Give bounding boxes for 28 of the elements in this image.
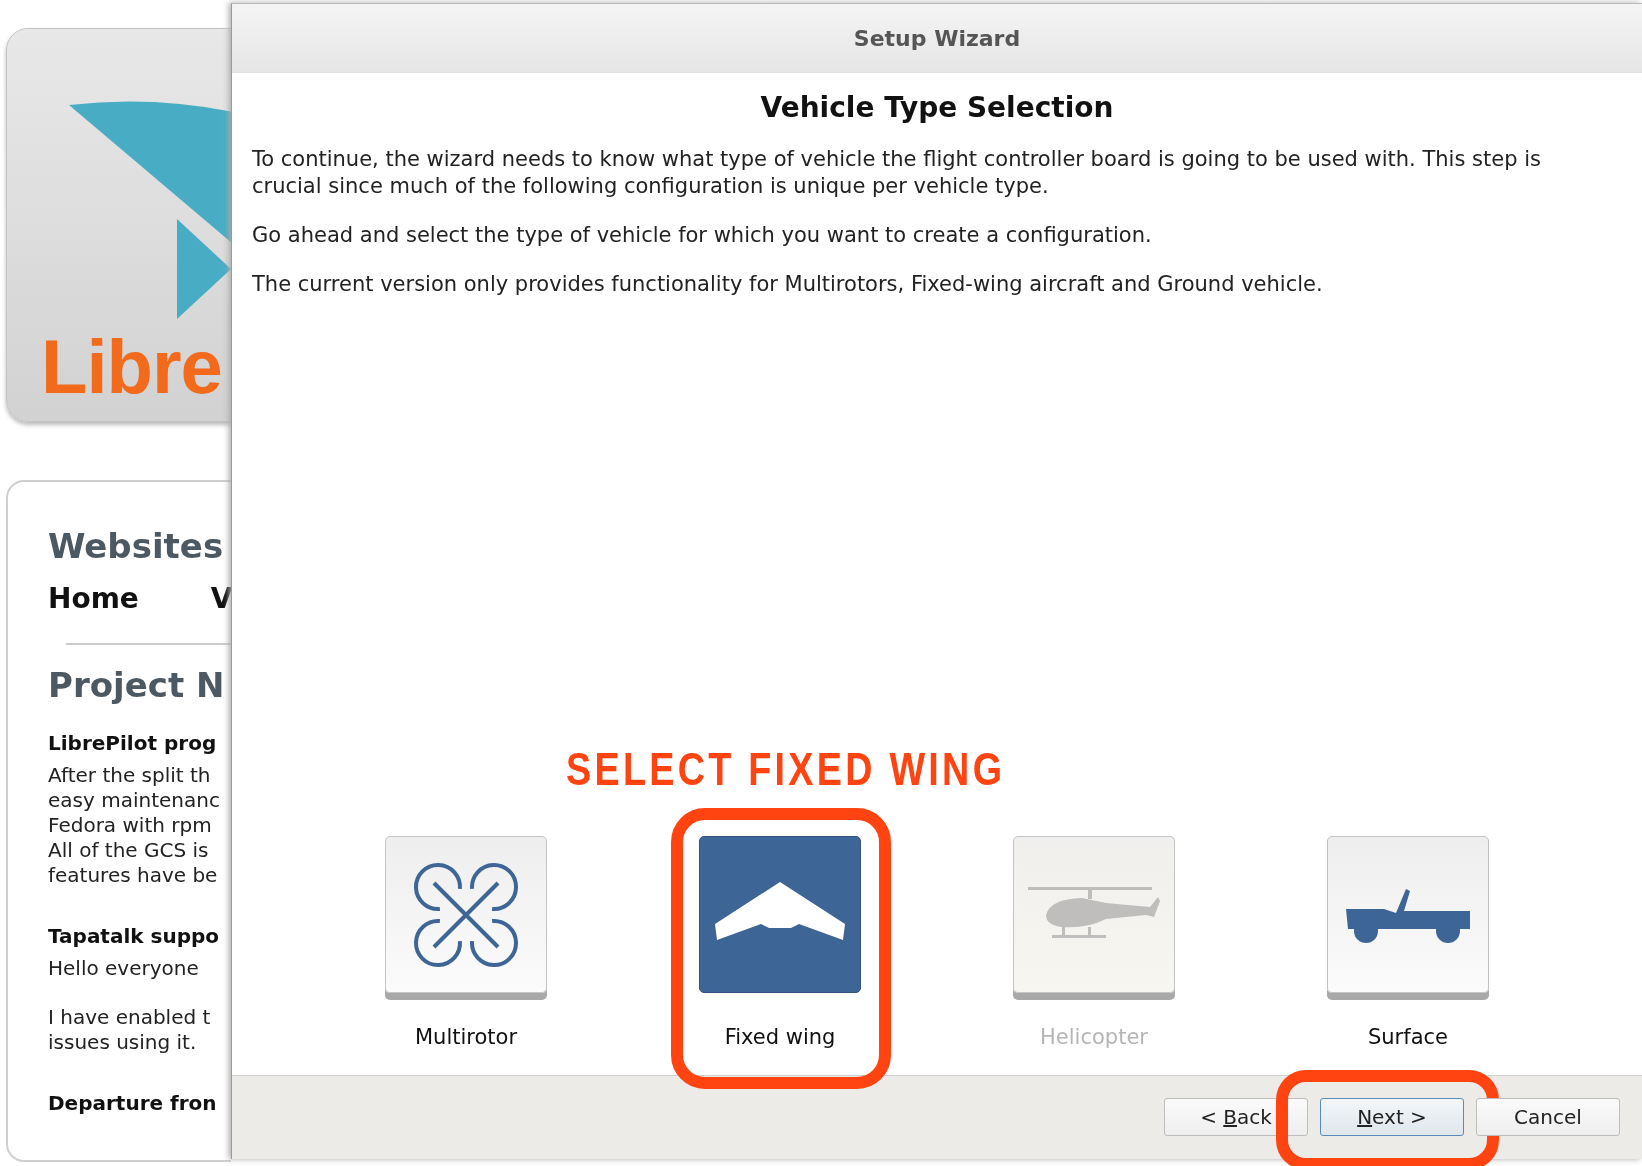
post-text: features have be <box>48 863 219 888</box>
post-text: All of the GCS is <box>48 838 210 863</box>
post-title: Tapatalk suppo <box>48 924 221 948</box>
dialog-button[interactable]: < Back <box>1164 1098 1308 1136</box>
post-text: issues using it. <box>48 1030 198 1055</box>
post-text: Hello everyone <box>48 956 200 981</box>
vehicle-label: Surface <box>1368 1025 1448 1049</box>
section-title: Project N <box>48 665 226 705</box>
logo-text: Libre <box>41 329 223 405</box>
callout-text: SELECT FIXED WING <box>566 742 1006 796</box>
post-text: I have enabled t <box>48 1005 212 1030</box>
vehicle-label: Helicopter <box>1040 1025 1148 1049</box>
vehicle-label: Fixed wing <box>724 1025 836 1049</box>
page-heading: Vehicle Type Selection <box>759 91 1115 124</box>
post-text: Fedora with rpm <box>48 813 213 838</box>
dialog-button[interactable]: Next > <box>1320 1098 1464 1136</box>
description-text: The current version only provides functionality for Multirotors, Fixed-wing aircraft and Ground vehicle. <box>252 271 1324 298</box>
post-title: LibrePilot prog <box>48 731 218 755</box>
window-title: Setup Wizard <box>853 25 1021 51</box>
vehicle-label: Multirotor <box>414 1025 518 1049</box>
nav-link[interactable]: Home <box>48 582 139 615</box>
post-title: Departure fron <box>48 1091 218 1115</box>
description-text: To continue, the wizard needs to know what type of vehicle the flight controller board is going to be used with. This step is crucial since much of the following configuration is unique per vehicle type. <box>252 146 1542 200</box>
post-text: easy maintenanc <box>48 788 221 813</box>
dialog-button[interactable]: Cancel <box>1476 1098 1620 1136</box>
site-title: Websites <box>48 526 225 566</box>
post-text: After the split th <box>48 763 212 788</box>
description-text: Go ahead and select the type of vehicle for which you want to create a configuration. <box>252 222 1153 249</box>
